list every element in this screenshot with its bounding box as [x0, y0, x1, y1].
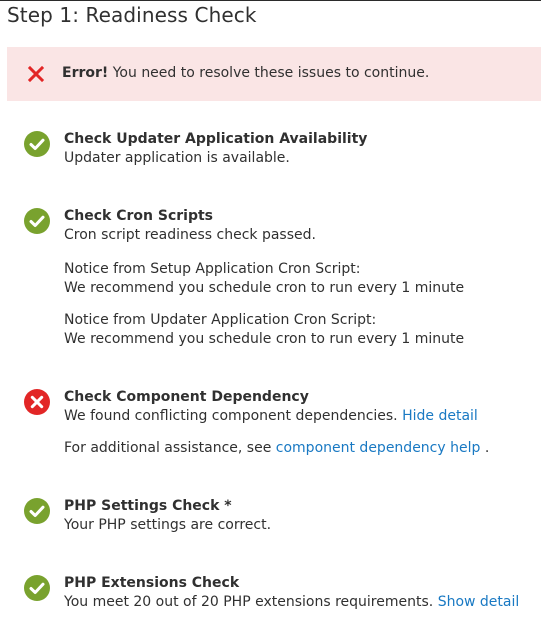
check-message-row: We found conflicting component dependenc…: [64, 408, 478, 424]
checkmark-circle-icon: [24, 575, 50, 601]
error-label: Error!: [62, 65, 109, 81]
error-banner: Error! You need to resolve these issues …: [7, 47, 541, 101]
notice-text: We recommend you schedule cron to run ev…: [64, 280, 465, 296]
check-message: You meet 20 out of 20 PHP extensions req…: [64, 594, 434, 610]
x-icon: [28, 66, 44, 82]
show-detail-link[interactable]: Show detail: [438, 594, 520, 610]
check-message: Updater application is available.: [64, 150, 290, 166]
help-prefix: For additional assistance, see: [64, 440, 272, 456]
hide-detail-link[interactable]: Hide detail: [402, 408, 478, 424]
help-row: For additional assistance, see component…: [64, 440, 489, 456]
notice-heading: Notice from Updater Application Cron Scr…: [64, 312, 377, 328]
help-suffix: .: [484, 440, 490, 456]
error-text: You need to resolve these issues to cont…: [108, 65, 430, 81]
check-title: PHP Settings Check *: [64, 498, 232, 514]
page-title: Step 1: Readiness Check: [7, 3, 257, 27]
notice-heading: Notice from Setup Application Cron Scrip…: [64, 261, 361, 277]
check-title: Check Component Dependency: [64, 389, 309, 405]
component-dependency-help-link[interactable]: component dependency help: [276, 440, 481, 456]
checkmark-circle-icon: [24, 131, 50, 157]
check-title: Check Cron Scripts: [64, 208, 213, 224]
check-message-row: You meet 20 out of 20 PHP extensions req…: [64, 594, 519, 610]
check-message: Cron script readiness check passed.: [64, 227, 316, 243]
checkmark-circle-icon: [24, 208, 50, 234]
error-message: Error! You need to resolve these issues …: [62, 65, 429, 81]
x-circle-icon: [24, 389, 50, 415]
notice-text: We recommend you schedule cron to run ev…: [64, 331, 465, 347]
check-title: PHP Extensions Check: [64, 575, 240, 591]
checkmark-circle-icon: [24, 498, 50, 524]
check-title: Check Updater Application Availability: [64, 131, 368, 147]
top-divider: [0, 0, 541, 1]
check-message: We found conflicting component dependenc…: [64, 408, 398, 424]
check-message: Your PHP settings are correct.: [64, 517, 272, 533]
